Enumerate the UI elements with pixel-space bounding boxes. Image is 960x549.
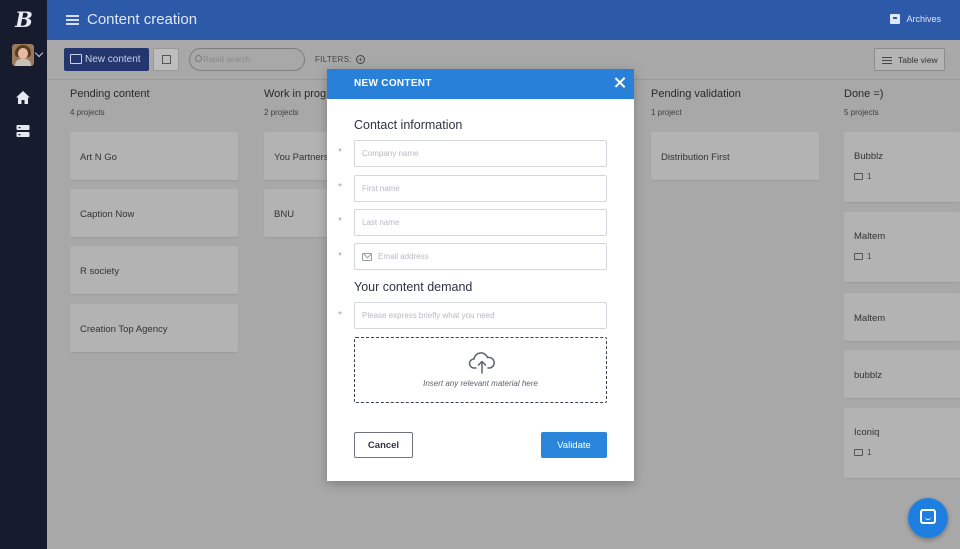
card-title: Caption Now [80,209,135,220]
list-icon [882,57,892,66]
demand-field[interactable]: Please express briefly what you need [354,302,607,329]
email-placeholder: Email address [378,252,429,261]
first-name-field[interactable]: First name [354,175,607,202]
project-card[interactable]: Caption Now [70,189,238,237]
card-title: Maltem [854,231,886,242]
chat-button[interactable] [908,498,948,538]
mail-icon [362,253,372,261]
dropzone-hint: Insert any relevant material here [423,379,538,388]
comment-count: 1 [854,448,871,457]
filters-label: FILTERS: [315,55,352,64]
modal-header: NEW CONTENT [327,69,634,99]
column-title: Pending content [70,88,150,100]
search-input[interactable]: Rapid search [189,48,305,71]
project-card[interactable]: Maltem [844,293,960,341]
new-content-modal: NEW CONTENT Contact information * Compan… [327,69,634,481]
card-title: Art N Go [80,152,117,163]
project-card[interactable]: Distribution First [651,132,819,180]
table-view-button[interactable]: Table view [874,48,945,71]
top-bar: Content creation Archives [47,0,960,40]
column-pending-validation: Pending validation 1 project [651,88,819,117]
comment-count: 1 [854,252,871,261]
stats-button[interactable] [153,48,179,71]
required-marker: * [338,147,342,158]
contact-section-title: Contact information [354,118,463,132]
avatar-body [15,59,31,66]
table-view-label: Table view [898,54,938,65]
comment-count: 1 [854,172,871,181]
chevron-down-icon[interactable] [34,48,44,58]
avatar-face [18,48,28,59]
comment-number: 1 [867,448,872,457]
card-title: Creation Top Agency [80,324,168,335]
column-title: Done =) [844,88,884,100]
validate-button[interactable]: Validate [541,432,607,458]
comment-icon [854,253,863,260]
comment-icon [854,449,863,456]
card-title: Distribution First [661,152,730,163]
project-card[interactable]: Creation Top Agency [70,304,238,352]
card-title: bubblz [854,370,882,381]
project-card[interactable]: R society [70,246,238,294]
column-pending-content: Pending content 4 projects [70,88,238,117]
comment-number: 1 [867,252,872,261]
page-title: Content creation [87,11,198,28]
required-marker: * [338,182,342,193]
file-dropzone[interactable]: Insert any relevant material here [354,337,607,403]
email-field[interactable]: Email address [354,243,607,270]
column-title: Pending validation [651,88,741,100]
menu-icon[interactable] [66,15,79,25]
last-name-field[interactable]: Last name [354,209,607,236]
home-icon[interactable] [14,89,32,107]
storage-icon[interactable] [14,122,32,140]
required-marker: * [338,310,342,321]
bar-chart-icon [162,55,171,64]
cloud-upload-icon [468,352,495,374]
archives-label: Archives [906,14,941,24]
search-placeholder: Rapid search [203,55,251,64]
required-marker: * [338,251,342,262]
brand-logo[interactable]: B [12,8,36,32]
avatar[interactable] [12,44,34,66]
filters[interactable]: FILTERS: + [315,55,365,64]
comment-number: 1 [867,172,872,181]
card-title: Iconiq [854,427,880,438]
comment-icon [854,173,863,180]
archives-button[interactable]: Archives [890,14,941,24]
new-content-icon [70,54,82,64]
column-done: Done =) 5 projects [844,88,960,117]
card-title: Maltem [854,313,886,324]
demand-section-title: Your content demand [354,280,473,294]
project-card[interactable]: Maltem 1 [844,212,960,282]
sidebar: B [0,0,47,549]
chat-icon [920,509,936,524]
column-count: 5 projects [844,108,879,117]
required-marker: * [338,216,342,227]
new-content-button[interactable]: New content [64,48,149,71]
card-title: Bubblz [854,151,884,162]
project-card[interactable]: Art N Go [70,132,238,180]
close-icon[interactable] [615,77,626,88]
archive-icon [890,14,901,24]
column-count: 4 projects [70,108,105,117]
project-card[interactable]: bubblz [844,350,960,398]
company-name-field[interactable]: Company name [354,140,607,167]
cancel-button[interactable]: Cancel [354,432,413,458]
project-card[interactable]: Bubblz 1 [844,132,960,202]
add-filter-icon[interactable]: + [355,55,365,64]
column-count: 1 project [651,108,682,117]
card-title: BNU [274,209,295,220]
new-content-label: New content [85,54,141,65]
project-card[interactable]: Iconiq 1 [844,408,960,478]
card-title: R society [80,266,120,277]
search-icon [195,55,202,62]
card-title: You Partners [274,152,329,163]
modal-title: NEW CONTENT [354,78,432,89]
